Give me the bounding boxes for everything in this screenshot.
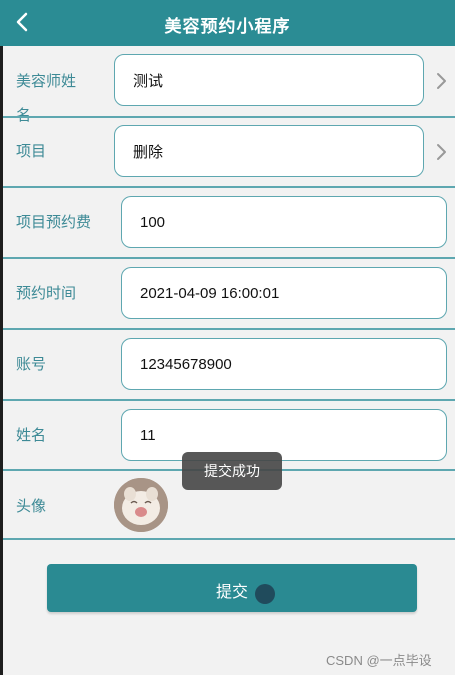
submit-button[interactable]: 提交	[47, 564, 417, 612]
toast-message: 提交成功	[182, 452, 282, 490]
time-label: 预约时间	[16, 285, 77, 302]
name-label: 姓名	[16, 427, 47, 444]
account-input[interactable]: 12345678900	[121, 338, 447, 390]
fee-label: 项目预约费	[16, 214, 92, 231]
fee-input[interactable]: 100	[121, 196, 447, 248]
time-value: 2021-04-09 16:00:01	[140, 284, 280, 302]
submit-label: 提交	[215, 584, 248, 601]
watermark: CSDN @一点毕设	[326, 653, 432, 668]
avatar-label: 头像	[16, 498, 47, 515]
account-value: 12345678900	[140, 355, 232, 373]
beautician-label: 美容师姓	[16, 73, 77, 90]
fee-value: 100	[140, 213, 166, 231]
touch-cursor-indicator	[255, 584, 275, 604]
chevron-right-icon[interactable]	[434, 72, 448, 90]
account-row: 账号 12345678900	[3, 330, 455, 400]
project-row: 项目 删除	[3, 118, 455, 188]
beautician-row: 美容师姓 名 测试	[3, 46, 455, 124]
cat-avatar-icon	[114, 478, 168, 532]
name-input[interactable]: 11	[121, 409, 447, 461]
project-label: 项目	[16, 143, 47, 160]
time-input[interactable]: 2021-04-09 16:00:01	[121, 267, 447, 319]
page-title: 美容预约小程序	[164, 17, 291, 36]
avatar[interactable]	[114, 478, 168, 532]
header-bar: 美容预约小程序	[0, 0, 455, 46]
account-label: 账号	[16, 356, 47, 373]
beautician-select[interactable]: 测试	[114, 54, 424, 106]
chevron-right-icon[interactable]	[434, 143, 448, 161]
project-select[interactable]: 删除	[114, 125, 424, 177]
beautician-value: 测试	[133, 72, 164, 90]
time-row: 预约时间 2021-04-09 16:00:01	[3, 259, 455, 329]
name-value: 11	[140, 426, 156, 444]
fee-row: 项目预约费 100	[3, 188, 455, 258]
project-value: 删除	[133, 143, 164, 161]
divider	[3, 538, 455, 540]
